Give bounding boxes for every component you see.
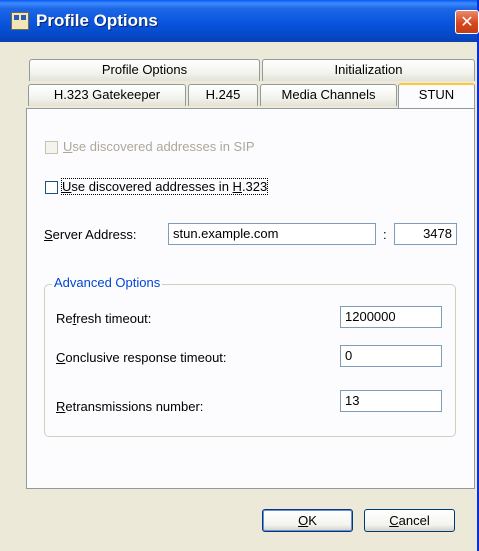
- ok-button[interactable]: OK: [262, 509, 353, 532]
- sip-discovered-label: Use discovered addresses in SIP: [63, 139, 255, 154]
- app-icon: [11, 12, 29, 30]
- title-bar[interactable]: Profile Options ✕: [0, 0, 479, 42]
- refresh-timeout-input[interactable]: 1200000: [340, 306, 442, 328]
- conclusive-response-timeout-input[interactable]: 0: [340, 345, 442, 367]
- tab-media-channels[interactable]: Media Channels: [260, 84, 397, 106]
- server-address-input[interactable]: stun.example.com: [168, 223, 376, 245]
- server-address-label: Server Address:: [44, 227, 137, 242]
- tab-h245[interactable]: H.245: [188, 84, 258, 106]
- window-title: Profile Options: [36, 11, 158, 30]
- cancel-button[interactable]: Cancel: [364, 509, 455, 532]
- server-port-input[interactable]: 3478: [394, 223, 457, 245]
- h323-discovered-label[interactable]: Use discovered addresses in H.323: [60, 178, 269, 195]
- advanced-options-legend: Advanced Options: [52, 275, 163, 290]
- sip-discovered-checkbox[interactable]: [45, 141, 58, 154]
- retransmissions-number-input[interactable]: 13: [340, 390, 442, 412]
- tab-h323-gatekeeper[interactable]: H.323 Gatekeeper: [28, 84, 186, 106]
- tab-initialization[interactable]: Initialization: [262, 59, 475, 81]
- tab-stun[interactable]: STUN: [398, 83, 475, 108]
- close-button[interactable]: ✕: [455, 10, 479, 34]
- port-separator: :: [383, 227, 387, 242]
- profile-options-dialog: Profile Options ✕ Profile Options Initia…: [0, 0, 479, 551]
- conclusive-response-timeout-label: Conclusive response timeout:: [56, 350, 227, 365]
- h323-discovered-checkbox[interactable]: [45, 181, 58, 194]
- tab-profile-options[interactable]: Profile Options: [29, 59, 260, 81]
- refresh-timeout-label: Refresh timeout:: [56, 311, 152, 326]
- retransmissions-number-label: Retransmissions number:: [56, 399, 204, 414]
